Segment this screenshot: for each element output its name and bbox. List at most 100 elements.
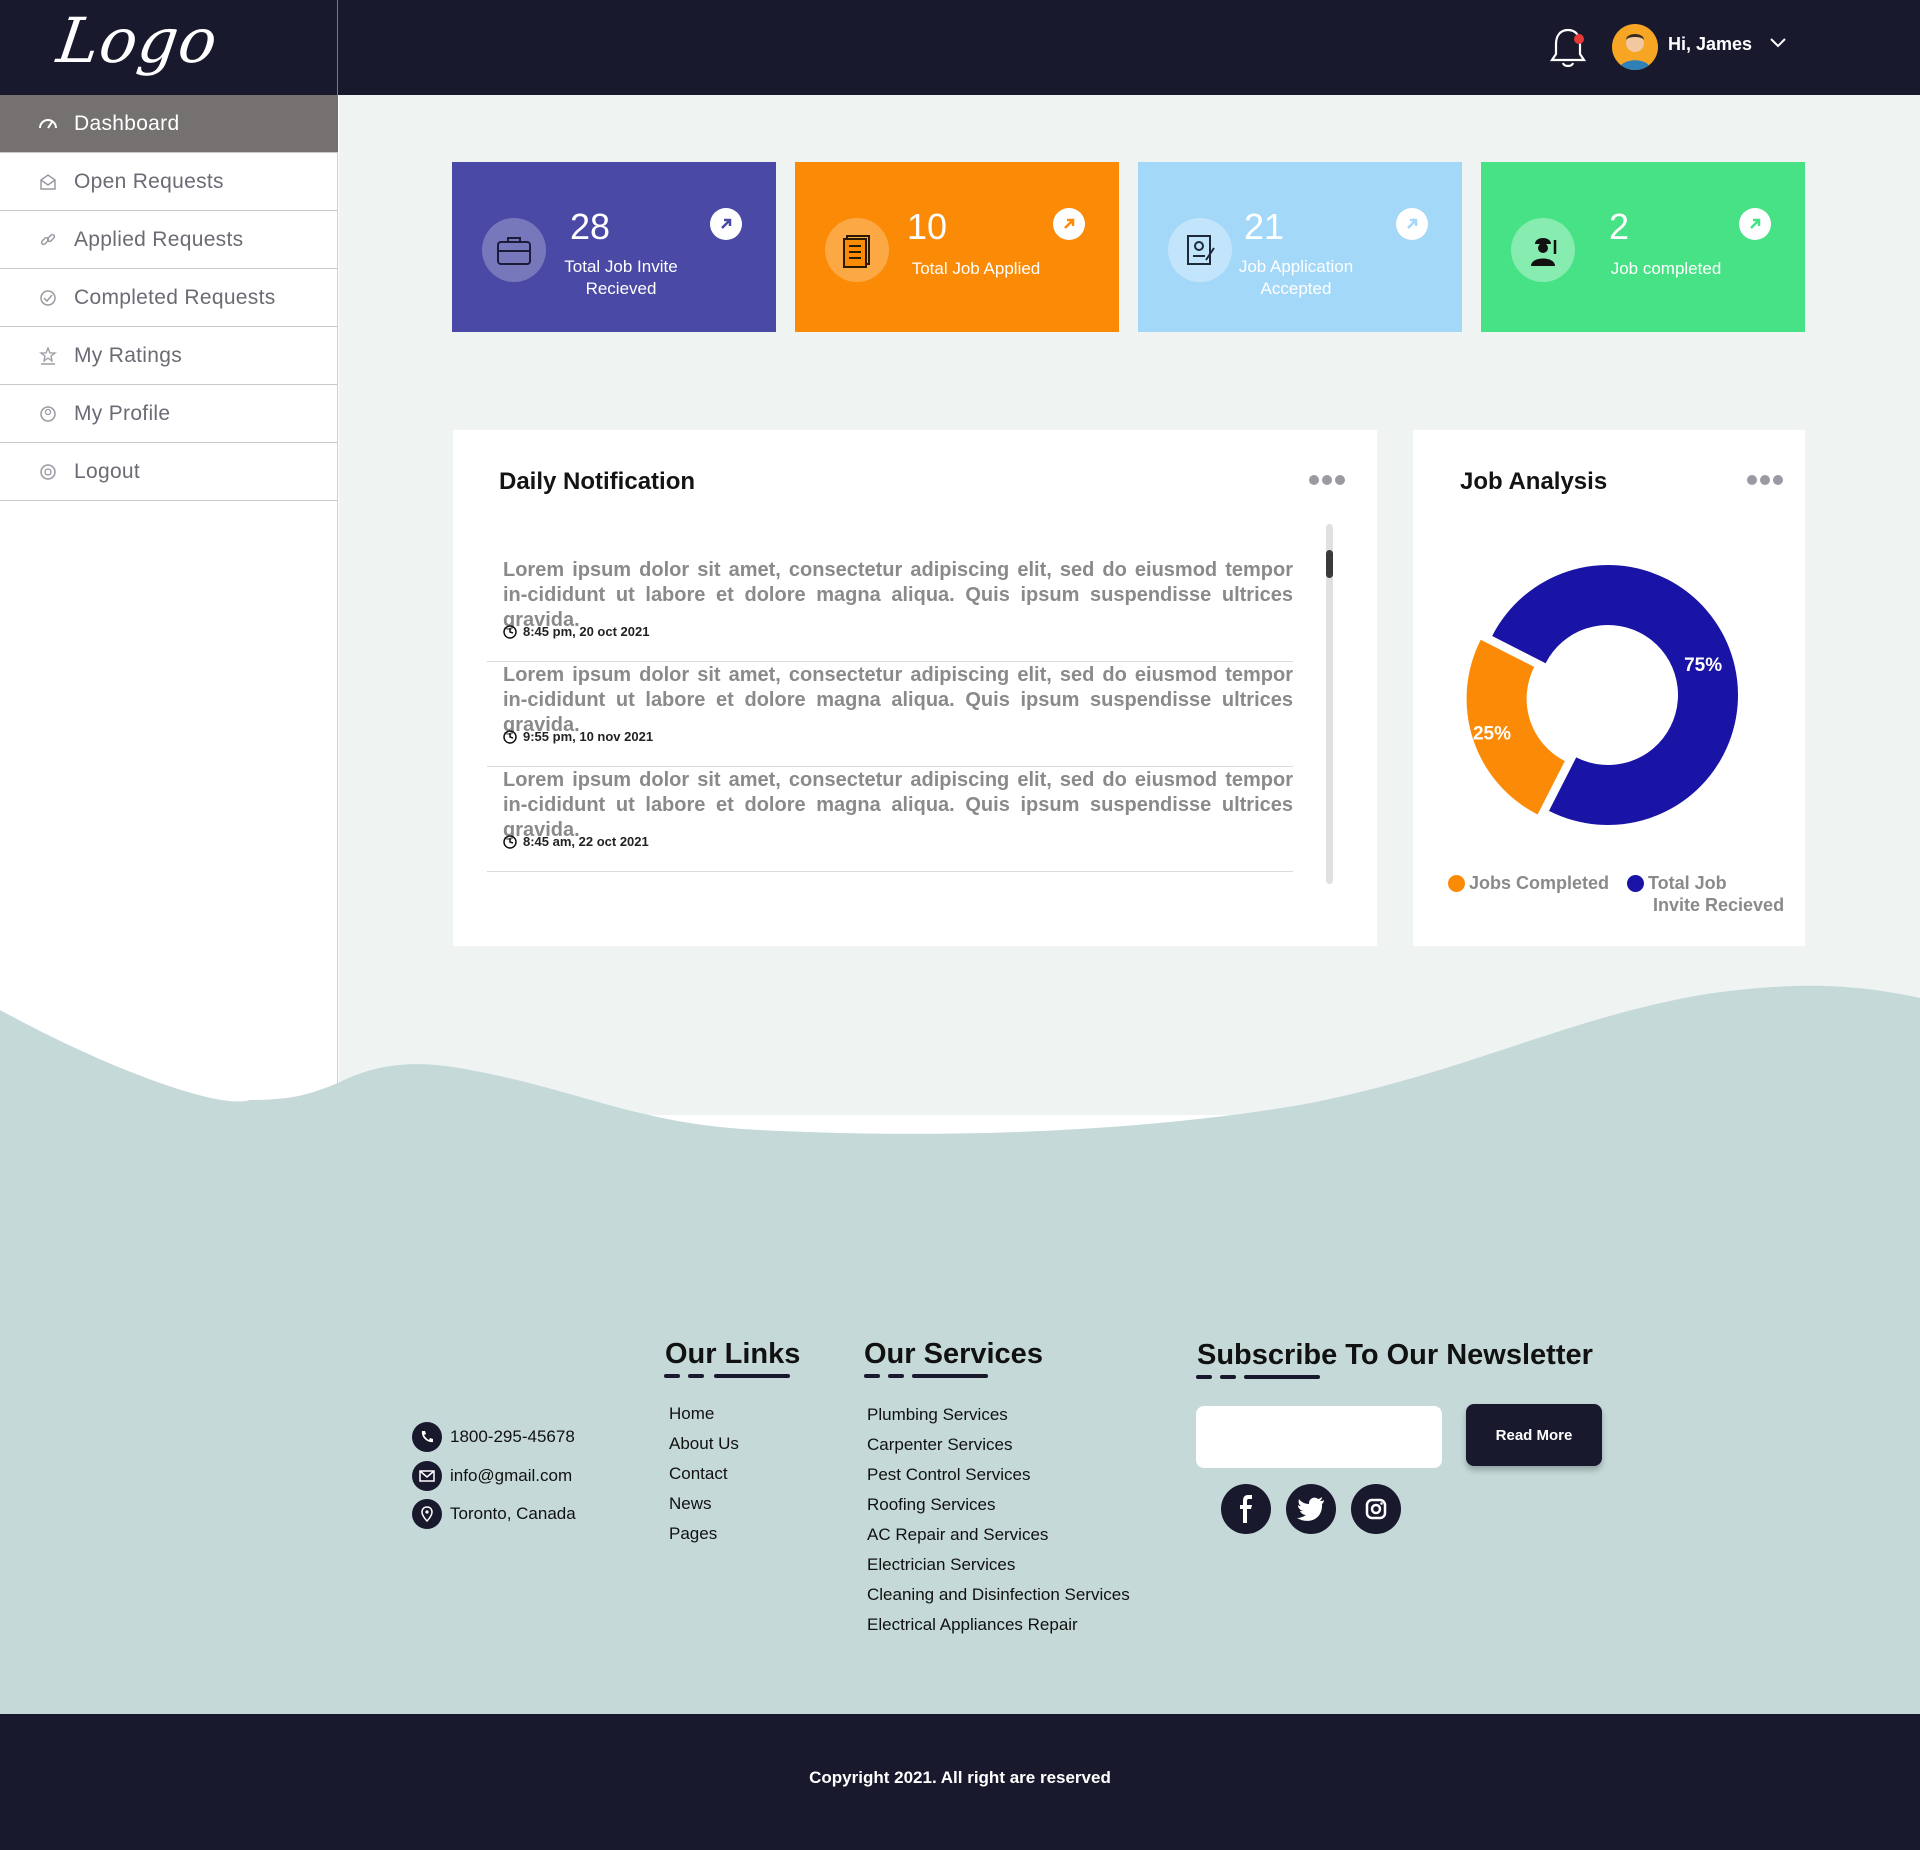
contact-email[interactable]: info@gmail.com [412, 1461, 572, 1491]
donut-chart: 75% 25% [1466, 565, 1738, 825]
arrow-up-right-icon[interactable] [1739, 208, 1771, 240]
notification-time: 9:55 pm, 10 nov 2021 [503, 729, 653, 744]
notification-item[interactable]: Lorem ipsum dolor sit amet, consectetur … [487, 768, 1293, 872]
stat-value: 10 [907, 206, 948, 247]
check-circle-icon [38, 288, 58, 308]
facebook-icon[interactable] [1221, 1484, 1271, 1534]
stat-value: 28 [570, 206, 611, 247]
notification-time: 8:45 pm, 20 oct 2021 [503, 624, 649, 639]
footer-link-pages[interactable]: Pages [669, 1524, 717, 1544]
legend-total-job-invite: Total Job Invite Recieved [1627, 872, 1784, 916]
twitter-icon[interactable] [1286, 1484, 1336, 1534]
more-options-icon[interactable] [1309, 475, 1345, 485]
instagram-icon[interactable] [1351, 1484, 1401, 1534]
scrollbar-thumb[interactable] [1326, 550, 1333, 578]
stat-value: 21 [1244, 206, 1285, 247]
more-options-icon[interactable] [1747, 475, 1783, 485]
heading-underline [912, 1374, 988, 1378]
donut-value-label: 75% [1684, 655, 1722, 676]
newsletter-email-input[interactable] [1196, 1406, 1442, 1468]
footer-link-contact[interactable]: Contact [669, 1464, 728, 1484]
links-heading: Our Links [665, 1338, 801, 1370]
footer-link-about[interactable]: About Us [669, 1434, 739, 1454]
ratings-icon [38, 346, 58, 366]
contact-location: Toronto, Canada [412, 1499, 576, 1529]
heading-underline [664, 1374, 680, 1378]
sidebar-item-label: My Profile [74, 401, 171, 425]
heading-underline [1220, 1375, 1236, 1379]
copyright-text: Copyright 2021. All right are reserved [809, 1768, 1111, 1787]
envelope-open-icon [38, 172, 58, 192]
stat-label: Job Application Accepted [1238, 257, 1354, 298]
footer-service-link[interactable]: Electrical Appliances Repair [867, 1615, 1078, 1635]
stat-label: Job completed [1610, 259, 1722, 278]
sidebar-item-completed-requests[interactable]: Completed Requests [0, 269, 338, 327]
user-greeting[interactable]: Hi, James [1668, 34, 1752, 55]
sidebar-item-open-requests[interactable]: Open Requests [0, 153, 338, 211]
heading-underline [714, 1374, 790, 1378]
stat-label: Total Job Applied [911, 259, 1041, 278]
logo[interactable]: Logo [53, 4, 223, 77]
sidebar-item-label: Dashboard [74, 111, 180, 135]
heading-underline [688, 1374, 704, 1378]
arrow-up-right-icon[interactable] [1053, 208, 1085, 240]
sidebar-item-my-profile[interactable]: My Profile [0, 385, 338, 443]
chevron-down-icon[interactable] [1768, 36, 1788, 50]
daily-notification-panel: Daily Notification Lorem ipsum dolor sit… [453, 430, 1377, 946]
footer-service-link[interactable]: Roofing Services [867, 1495, 996, 1515]
sidebar-item-label: Logout [74, 459, 141, 483]
clock-icon [503, 834, 517, 849]
stat-value: 2 [1609, 206, 1630, 247]
notification-text: Lorem ipsum dolor sit amet, consectetur … [503, 769, 1293, 841]
document-list-icon [825, 218, 889, 282]
heading-underline [1244, 1375, 1320, 1379]
stat-card-job-invites[interactable]: 28 Total Job Invite Recieved [452, 162, 776, 332]
newsletter-heading: Subscribe To Our Newsletter [1197, 1339, 1593, 1371]
heading-underline [888, 1374, 904, 1378]
stat-label: Total Job Invite Recieved [564, 257, 678, 298]
donut-value-label: 25% [1473, 724, 1511, 745]
phone-icon [412, 1422, 442, 1452]
footer-service-link[interactable]: Electrician Services [867, 1555, 1015, 1575]
stat-card-applications-accepted[interactable]: 21 Job Application Accepted [1138, 162, 1462, 332]
contact-phone[interactable]: 1800-295-45678 [412, 1422, 575, 1452]
sidebar-item-label: My Ratings [74, 343, 183, 367]
notification-text: Lorem ipsum dolor sit amet, consectetur … [503, 664, 1293, 736]
arrow-up-right-icon[interactable] [710, 208, 742, 240]
worker-icon [1511, 218, 1575, 282]
certificate-icon [1168, 218, 1232, 282]
stat-card-jobs-applied[interactable]: 10 Total Job Applied [795, 162, 1119, 332]
footer-service-link[interactable]: Plumbing Services [867, 1405, 1008, 1425]
notification-dot [1574, 34, 1584, 44]
sidebar-item-my-ratings[interactable]: My Ratings [0, 327, 338, 385]
footer-service-link[interactable]: Carpenter Services [867, 1435, 1013, 1455]
heading-underline [1196, 1375, 1212, 1379]
scrollbar[interactable] [1326, 524, 1333, 884]
bell-icon[interactable] [1548, 26, 1588, 70]
notification-item[interactable]: Lorem ipsum dolor sit amet, consectetur … [487, 663, 1293, 767]
briefcase-icon [482, 218, 546, 282]
legend-swatch [1448, 875, 1465, 892]
avatar[interactable] [1612, 24, 1658, 70]
services-heading: Our Services [864, 1338, 1043, 1370]
sidebar-item-logout[interactable]: Logout [0, 443, 338, 501]
logout-icon [38, 462, 58, 482]
stat-card-jobs-completed[interactable]: 2 Job completed [1481, 162, 1805, 332]
notification-item[interactable]: Lorem ipsum dolor sit amet, consectetur … [487, 558, 1293, 662]
footer-link-news[interactable]: News [669, 1494, 712, 1514]
notification-text: Lorem ipsum dolor sit amet, consectetur … [503, 559, 1293, 631]
panel-title: Daily Notification [499, 468, 696, 495]
sidebar-item-label: Open Requests [74, 169, 224, 193]
profile-icon [38, 404, 58, 424]
arrow-up-right-icon[interactable] [1396, 208, 1428, 240]
footer-service-link[interactable]: Cleaning and Disinfection Services [867, 1585, 1130, 1605]
footer-service-link[interactable]: AC Repair and Services [867, 1525, 1048, 1545]
footer-service-link[interactable]: Pest Control Services [867, 1465, 1030, 1485]
panel-title: Job Analysis [1460, 468, 1608, 495]
footer-link-home[interactable]: Home [669, 1404, 714, 1424]
heading-underline [864, 1374, 880, 1378]
top-header: Logo Hi, James [0, 0, 1920, 95]
sidebar-item-dashboard[interactable]: Dashboard [0, 95, 338, 153]
read-more-button[interactable]: Read More [1466, 1404, 1602, 1466]
sidebar-item-applied-requests[interactable]: Applied Requests [0, 211, 338, 269]
